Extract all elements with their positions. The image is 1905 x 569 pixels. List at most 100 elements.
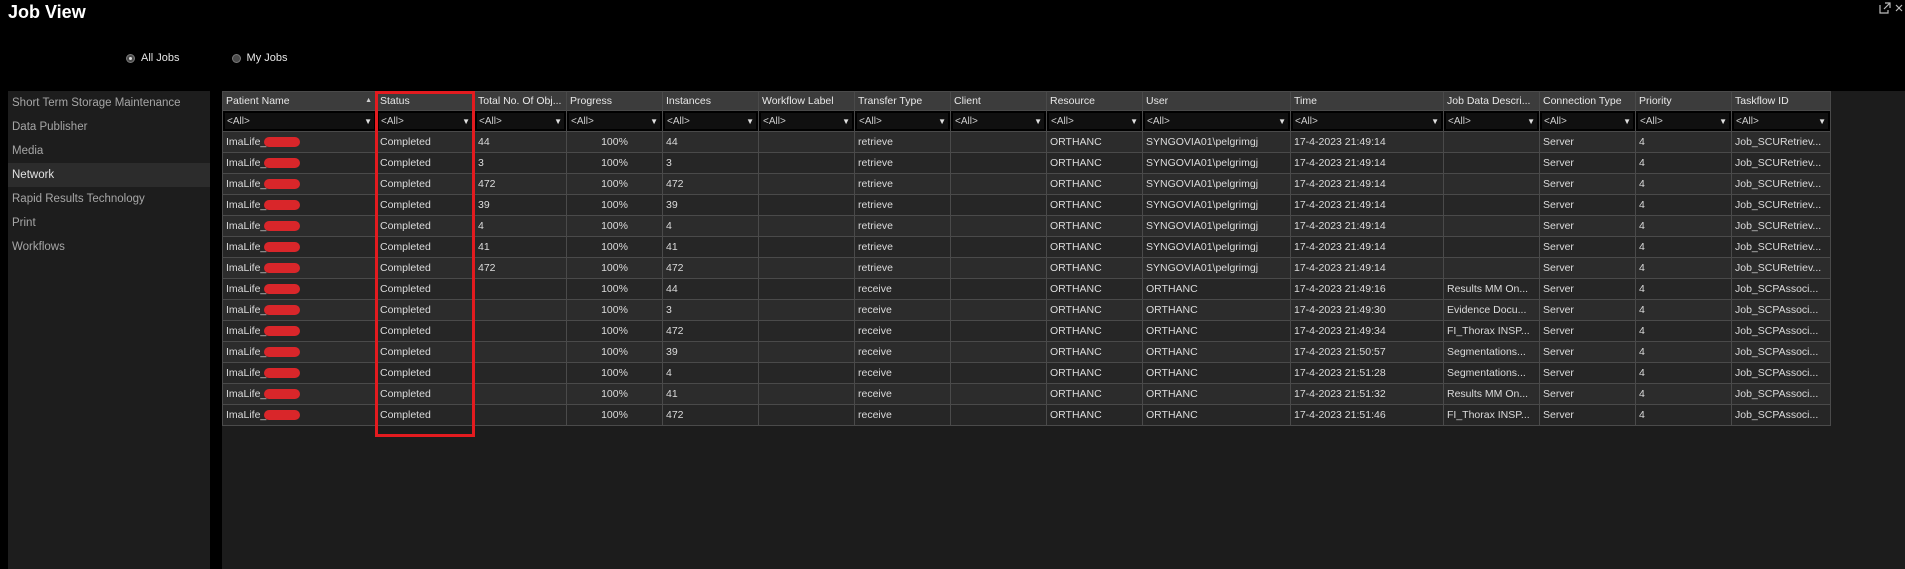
- filter-dropdown-patient-name[interactable]: <All> ▼: [225, 113, 374, 129]
- filter-dropdown-resource[interactable]: <All> ▼: [1049, 113, 1140, 129]
- cell-progress: 100%: [566, 341, 663, 363]
- column-header-user[interactable]: User: [1142, 91, 1291, 111]
- dropdown-caret-icon: ▼: [842, 116, 850, 126]
- table-row[interactable]: ImaLife_ Completed 472 100% 472 retrieve ORTHA…: [222, 257, 1831, 279]
- cell-transfer-type: receive: [854, 404, 951, 426]
- filter-dropdown-progress[interactable]: <All> ▼: [569, 113, 660, 129]
- filter-dropdown-priority[interactable]: <All> ▼: [1638, 113, 1729, 129]
- sidebar-item-media[interactable]: Media: [8, 139, 210, 163]
- table-row[interactable]: ImaLife_ Completed 100% 3 receive ORTHANC ORTH…: [222, 299, 1831, 321]
- cell-progress: 100%: [566, 152, 663, 174]
- table-row[interactable]: ImaLife_ Completed 100% 472 receive ORTHANC OR…: [222, 320, 1831, 342]
- instances-value: 41: [666, 388, 678, 400]
- cell-connection-type: Server: [1539, 362, 1636, 384]
- table-row[interactable]: ImaLife_ Completed 44 100% 44 retrieve ORTHANC…: [222, 131, 1831, 153]
- connection-type-value: Server: [1543, 241, 1574, 253]
- instances-value: 472: [666, 325, 684, 337]
- cell-status: Completed: [376, 194, 475, 216]
- cell-total-objects: [474, 404, 567, 426]
- my-jobs-radio[interactable]: My Jobs: [231, 52, 288, 64]
- sidebar-item-network[interactable]: Network: [8, 163, 210, 187]
- progress-value: 100%: [601, 388, 628, 400]
- table-row[interactable]: ImaLife_ Completed 100% 41 receive ORTHANC ORT…: [222, 383, 1831, 405]
- filter-dropdown-transfer-type[interactable]: <All> ▼: [857, 113, 948, 129]
- instances-value: 44: [666, 283, 678, 295]
- total-objects-value: 41: [478, 241, 490, 253]
- column-header-job-data-description[interactable]: Job Data Descri...: [1443, 91, 1540, 111]
- table-row[interactable]: ImaLife_ Completed 100% 472 receive ORTHANC OR…: [222, 404, 1831, 426]
- status-value: Completed: [380, 409, 431, 421]
- status-value: Completed: [380, 283, 431, 295]
- redaction-mark: [264, 263, 301, 274]
- column-header-client[interactable]: Client: [950, 91, 1047, 111]
- filter-value: <All>: [227, 115, 250, 127]
- all-jobs-radio[interactable]: All Jobs: [126, 52, 180, 64]
- cell-resource: ORTHANC: [1046, 299, 1143, 321]
- column-header-workflow-label[interactable]: Workflow Label: [758, 91, 855, 111]
- filter-dropdown-status[interactable]: <All> ▼: [379, 113, 472, 129]
- resource-value: ORTHANC: [1050, 325, 1102, 337]
- cell-progress: 100%: [566, 236, 663, 258]
- sidebar-item-workflows[interactable]: Workflows: [8, 235, 210, 259]
- sidebar-item-short-term-storage[interactable]: Short Term Storage Maintenance: [8, 91, 210, 115]
- cell-job-data-description: FI_Thorax INSP...: [1443, 404, 1540, 426]
- column-header-time[interactable]: Time: [1290, 91, 1444, 111]
- window-title: Job View: [8, 2, 86, 22]
- column-header-patient-name[interactable]: Patient Name ▲: [222, 91, 377, 111]
- filter-dropdown-taskflow-id[interactable]: <All> ▼: [1734, 113, 1828, 129]
- filter-value: <All>: [571, 115, 594, 127]
- cell-time: 17-4-2023 21:49:30: [1290, 299, 1444, 321]
- filter-dropdown-time[interactable]: <All> ▼: [1293, 113, 1441, 129]
- filter-value: <All>: [667, 115, 690, 127]
- cell-priority: 4: [1635, 194, 1732, 216]
- table-row[interactable]: ImaLife_ Completed 39 100% 39 retrieve ORTHANC…: [222, 194, 1831, 216]
- cell-transfer-type: retrieve: [854, 173, 951, 195]
- filter-dropdown-total-objects[interactable]: <All> ▼: [477, 113, 564, 129]
- sidebar-item-data-publisher[interactable]: Data Publisher: [8, 115, 210, 139]
- filter-dropdown-client[interactable]: <All> ▼: [953, 113, 1044, 129]
- column-header-progress[interactable]: Progress: [566, 91, 663, 111]
- table-row[interactable]: ImaLife_ Completed 100% 39 receive ORTHANC ORT…: [222, 341, 1831, 363]
- filter-dropdown-connection-type[interactable]: <All> ▼: [1542, 113, 1633, 129]
- cell-workflow-label: [758, 236, 855, 258]
- sidebar-item-print[interactable]: Print: [8, 211, 210, 235]
- cell-patient-name: ImaLife_: [222, 278, 377, 300]
- filter-cell-job-data-description: <All> ▼: [1443, 110, 1540, 132]
- column-header-resource[interactable]: Resource: [1046, 91, 1143, 111]
- table-row[interactable]: ImaLife_ Completed 41 100% 41 retrieve ORTHANC…: [222, 236, 1831, 258]
- redaction-mark: [264, 284, 301, 295]
- popout-icon[interactable]: [1879, 2, 1891, 14]
- filter-dropdown-workflow-label[interactable]: <All> ▼: [761, 113, 852, 129]
- transfer-type-value: receive: [858, 409, 892, 421]
- column-header-label: Time: [1294, 95, 1317, 107]
- cell-status: Completed: [376, 383, 475, 405]
- cell-workflow-label: [758, 194, 855, 216]
- table-row[interactable]: ImaLife_ Completed 472 100% 472 retrieve ORTHA…: [222, 173, 1831, 195]
- close-icon[interactable]: [1895, 2, 1903, 14]
- table-row[interactable]: ImaLife_ Completed 100% 4 receive ORTHANC ORTH…: [222, 362, 1831, 384]
- filter-dropdown-user[interactable]: <All> ▼: [1145, 113, 1288, 129]
- column-header-status[interactable]: Status: [376, 91, 475, 111]
- sidebar-item-rapid-results[interactable]: Rapid Results Technology: [8, 187, 210, 211]
- table-row[interactable]: ImaLife_ Completed 3 100% 3 retrieve ORTHANC SY…: [222, 152, 1831, 174]
- patient-name-value: ImaLife_: [226, 325, 267, 337]
- table-row[interactable]: ImaLife_ Completed 4 100% 4 retrieve ORTHANC SY…: [222, 215, 1831, 237]
- cell-priority: 4: [1635, 131, 1732, 153]
- job-data-description-value: Segmentations...: [1447, 346, 1526, 358]
- time-value: 17-4-2023 21:49:30: [1294, 304, 1386, 316]
- cell-time: 17-4-2023 21:49:14: [1290, 236, 1444, 258]
- column-header-taskflow-id[interactable]: Taskflow ID: [1731, 91, 1831, 111]
- filter-dropdown-job-data-description[interactable]: <All> ▼: [1446, 113, 1537, 129]
- column-header-connection-type[interactable]: Connection Type: [1539, 91, 1636, 111]
- cell-time: 17-4-2023 21:49:14: [1290, 152, 1444, 174]
- resource-value: ORTHANC: [1050, 220, 1102, 232]
- cell-client: [950, 362, 1047, 384]
- cell-transfer-type: receive: [854, 320, 951, 342]
- column-header-priority[interactable]: Priority: [1635, 91, 1732, 111]
- column-header-total-objects[interactable]: Total No. Of Obj...: [474, 91, 567, 111]
- table-row[interactable]: ImaLife_ Completed 100% 44 receive ORTHANC ORT…: [222, 278, 1831, 300]
- column-header-instances[interactable]: Instances: [662, 91, 759, 111]
- column-header-label: Workflow Label: [762, 95, 834, 107]
- column-header-transfer-type[interactable]: Transfer Type: [854, 91, 951, 111]
- filter-dropdown-instances[interactable]: <All> ▼: [665, 113, 756, 129]
